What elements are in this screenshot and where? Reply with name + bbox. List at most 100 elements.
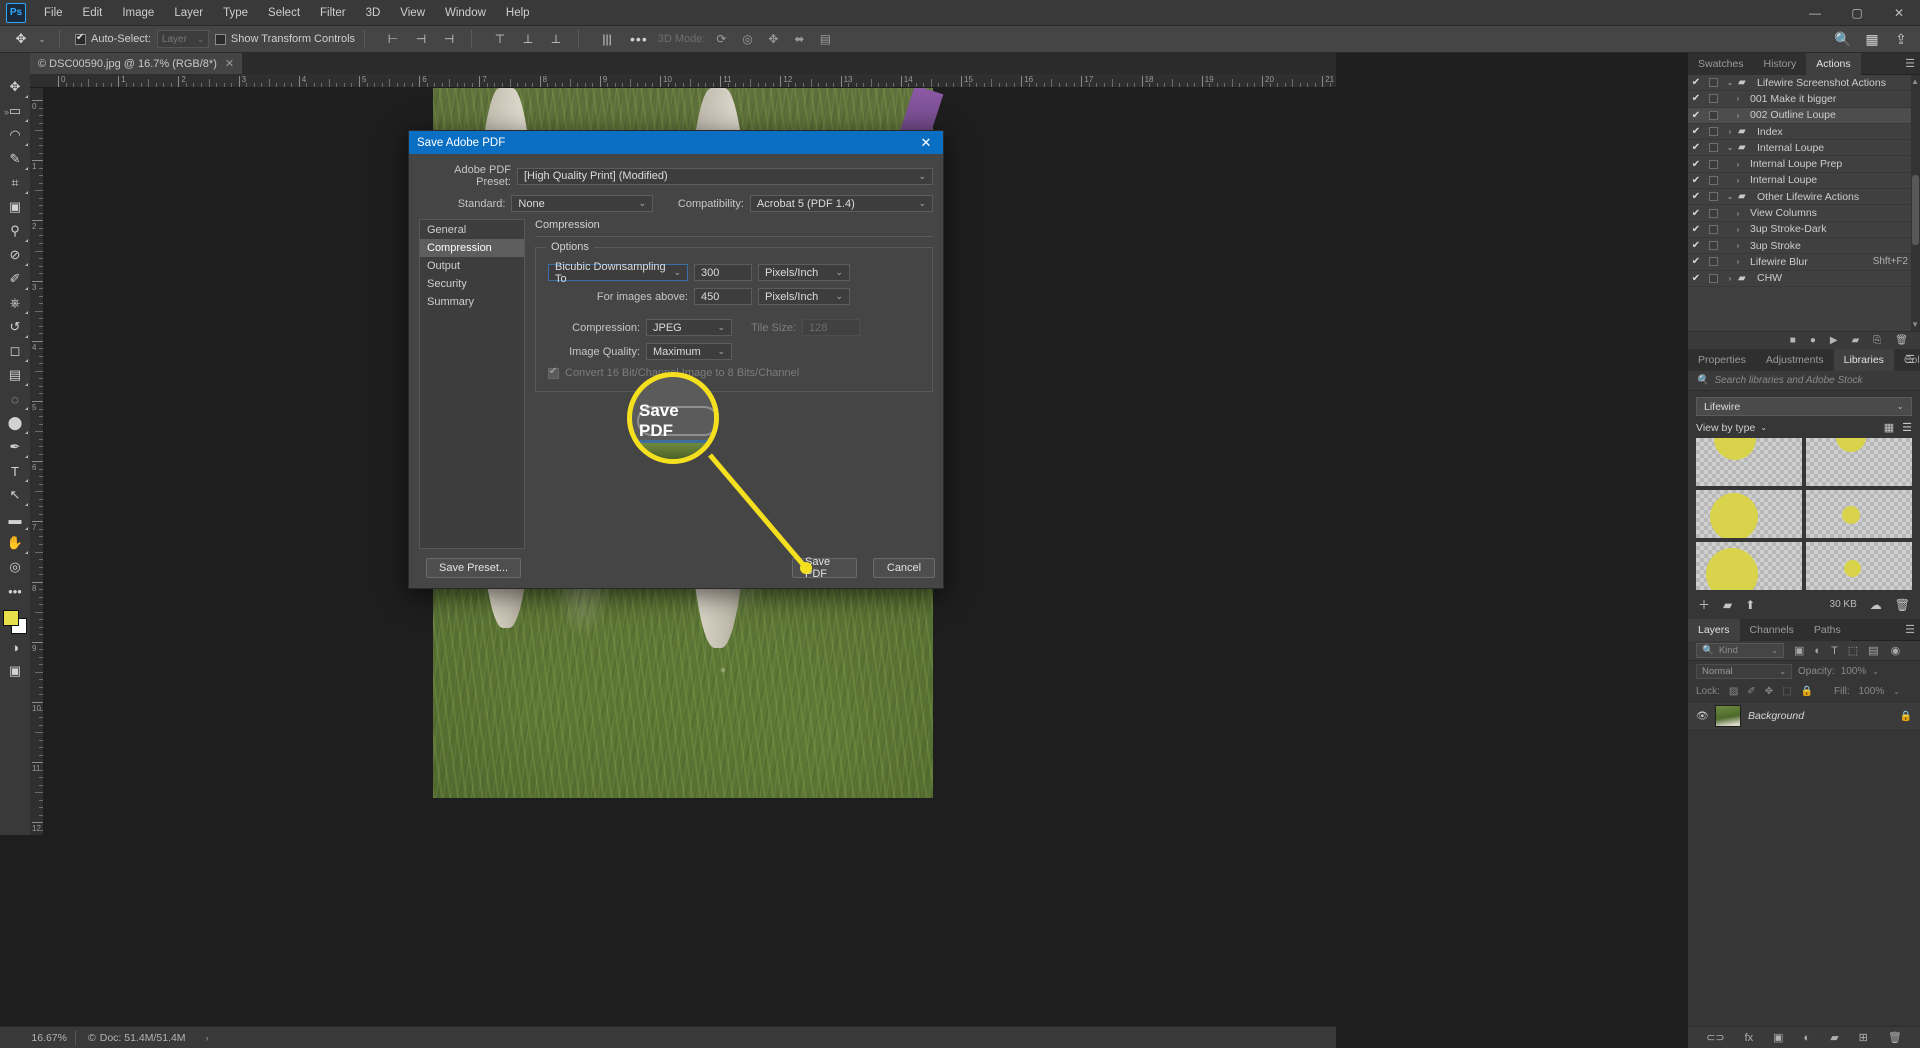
actions-row[interactable]: ✔ › Lifewire Blur Shft+F2 bbox=[1688, 254, 1920, 271]
library-asset-thumbnail[interactable] bbox=[1696, 542, 1802, 590]
align-bottom-icon[interactable]: ⊥ bbox=[543, 28, 569, 50]
distribute-icon[interactable]: ||| bbox=[594, 28, 620, 50]
for-images-above-unit-select[interactable]: Pixels/Inch ⌄ bbox=[758, 288, 850, 305]
compression-select[interactable]: JPEG ⌄ bbox=[646, 319, 732, 336]
nav-item-summary[interactable]: Summary bbox=[420, 293, 524, 311]
action-dialog-toggle[interactable] bbox=[1704, 78, 1722, 88]
nav-item-general[interactable]: General bbox=[420, 221, 524, 239]
expand-chevron-icon[interactable]: › bbox=[1722, 274, 1738, 283]
actions-row[interactable]: ✔ › Internal Loupe bbox=[1688, 173, 1920, 190]
add-icon[interactable]: ＋ bbox=[1698, 596, 1710, 613]
expand-chevron-icon[interactable]: ⌄ bbox=[1722, 78, 1738, 87]
menu-3d[interactable]: 3D bbox=[356, 3, 391, 23]
menu-image[interactable]: Image bbox=[112, 3, 164, 23]
action-dialog-toggle[interactable] bbox=[1704, 224, 1722, 234]
fill-value[interactable]: 100% bbox=[1859, 686, 1885, 697]
layer-kind-filter[interactable]: 🔍 Kind ⌄ bbox=[1696, 643, 1784, 658]
expand-chevron-icon[interactable]: › bbox=[1730, 209, 1746, 218]
foreground-color-swatch[interactable] bbox=[3, 610, 19, 626]
expand-chevron-icon[interactable]: › bbox=[1730, 160, 1746, 169]
library-asset-thumbnail[interactable] bbox=[1806, 438, 1912, 486]
action-enabled-checkbox[interactable]: ✔ bbox=[1688, 93, 1704, 104]
minimize-button[interactable]: — bbox=[1794, 0, 1836, 26]
zoom-level[interactable]: 16.67% bbox=[0, 1032, 75, 1044]
downsample-ppi-input[interactable]: 300 bbox=[694, 264, 752, 281]
scrollbar-thumb[interactable] bbox=[1912, 175, 1919, 245]
tab-history[interactable]: History bbox=[1753, 52, 1807, 75]
scroll-up-icon[interactable]: ▲ bbox=[1911, 77, 1919, 86]
actions-row[interactable]: ✔ › 3up Stroke bbox=[1688, 238, 1920, 255]
libraries-view-by[interactable]: View by type ⌄ ▦ ☰ bbox=[1688, 416, 1920, 438]
quick-mask-icon[interactable]: ◑ bbox=[1, 635, 29, 659]
close-icon[interactable]: ✕ bbox=[225, 57, 234, 70]
workspace-icon[interactable]: ▦ bbox=[1859, 28, 1885, 50]
lock-transparent-icon[interactable]: ▨ bbox=[1729, 686, 1738, 697]
mask-icon[interactable]: ▣ bbox=[1773, 1031, 1783, 1044]
action-enabled-checkbox[interactable]: ✔ bbox=[1688, 191, 1704, 202]
lock-all-icon[interactable]: 🔒 bbox=[1801, 686, 1813, 697]
list-view-icon[interactable]: ☰ bbox=[1902, 421, 1912, 434]
clone-stamp-tool-icon[interactable]: ⎈ bbox=[1, 291, 29, 315]
close-button[interactable]: ✕ bbox=[1878, 0, 1920, 26]
menu-edit[interactable]: Edit bbox=[73, 3, 113, 23]
pixel-filter-icon[interactable]: ▣ bbox=[1794, 644, 1804, 657]
align-middle-icon[interactable]: ⊥ bbox=[515, 28, 541, 50]
expand-chevron-icon[interactable]: ⌄ bbox=[1722, 143, 1738, 152]
move-tool-icon[interactable]: ✥ bbox=[8, 28, 34, 50]
stop-icon[interactable]: ■ bbox=[1790, 335, 1796, 346]
rotate-3d-icon[interactable]: ⟳ bbox=[709, 28, 733, 50]
actions-row[interactable]: ✔ › Internal Loupe Prep bbox=[1688, 156, 1920, 173]
menu-help[interactable]: Help bbox=[496, 3, 540, 23]
layer-row-background[interactable]: 👁 Background 🔒 bbox=[1688, 701, 1920, 731]
image-quality-select[interactable]: Maximum ⌄ bbox=[646, 343, 732, 360]
link-icon[interactable]: ⊂⊃ bbox=[1706, 1031, 1724, 1044]
grid-view-icon[interactable]: ▦ bbox=[1884, 421, 1894, 434]
smart-object-filter-icon[interactable]: ▤ bbox=[1868, 644, 1878, 657]
action-enabled-checkbox[interactable]: ✔ bbox=[1688, 142, 1704, 153]
actions-row[interactable]: ✔ › 002 Outline Loupe bbox=[1688, 107, 1920, 124]
tab-actions[interactable]: Actions bbox=[1806, 52, 1861, 75]
panel-menu-icon[interactable]: ☰ bbox=[1905, 353, 1915, 366]
action-enabled-checkbox[interactable]: ✔ bbox=[1688, 224, 1704, 235]
rectangle-tool-icon[interactable]: ▬ bbox=[1, 507, 29, 531]
document-tab[interactable]: © DSC00590.jpg @ 16.7% (RGB/8*) ✕ bbox=[30, 53, 244, 74]
standard-select[interactable]: None ⌄ bbox=[511, 195, 654, 212]
folder-icon[interactable]: ▰ bbox=[1723, 598, 1732, 612]
expand-chevron-icon[interactable]: › bbox=[1730, 111, 1746, 120]
align-left-icon[interactable]: ⊢ bbox=[380, 28, 406, 50]
filter-toggle-icon[interactable]: ◉ bbox=[1891, 644, 1901, 657]
tab-channels[interactable]: Channels bbox=[1739, 618, 1804, 641]
menu-filter[interactable]: Filter bbox=[310, 3, 356, 23]
preset-select[interactable]: [High Quality Print] (Modified) ⌄ bbox=[517, 167, 933, 185]
nav-item-compression[interactable]: Compression bbox=[420, 239, 524, 257]
camera-3d-icon[interactable]: ▤ bbox=[813, 28, 837, 50]
action-dialog-toggle[interactable] bbox=[1704, 94, 1722, 104]
nav-item-output[interactable]: Output bbox=[420, 257, 524, 275]
menu-window[interactable]: Window bbox=[435, 3, 496, 23]
more-tools-icon[interactable]: ••• bbox=[1, 579, 29, 603]
expand-chevron-icon[interactable]: › bbox=[1730, 257, 1746, 266]
actions-row[interactable]: ✔ › 3up Stroke-Dark bbox=[1688, 222, 1920, 238]
eyedropper-tool-icon[interactable]: ⚲ bbox=[1, 219, 29, 243]
library-selector[interactable]: Lifewire ⌄ bbox=[1696, 397, 1912, 416]
pen-tool-icon[interactable]: ✒ bbox=[1, 435, 29, 459]
actions-row[interactable]: ✔ ⌄ ▰ Lifewire Screenshot Actions bbox=[1688, 75, 1920, 92]
action-enabled-checkbox[interactable]: ✔ bbox=[1688, 126, 1704, 137]
maximize-button[interactable]: ▢ bbox=[1836, 0, 1878, 26]
action-enabled-checkbox[interactable]: ✔ bbox=[1688, 240, 1704, 251]
actions-scrollbar[interactable]: ▲ ▼ bbox=[1911, 75, 1920, 331]
library-asset-thumbnail[interactable] bbox=[1696, 490, 1802, 538]
opacity-value[interactable]: 100% bbox=[1841, 666, 1867, 677]
cloud-icon[interactable]: ☁ bbox=[1870, 598, 1882, 612]
adjustment-filter-icon[interactable]: ◐ bbox=[1814, 645, 1821, 657]
eye-icon[interactable]: 👁 bbox=[1696, 711, 1709, 722]
compatibility-select[interactable]: Acrobat 5 (PDF 1.4) ⌄ bbox=[749, 195, 933, 212]
action-dialog-toggle[interactable] bbox=[1704, 127, 1722, 137]
action-dialog-toggle[interactable] bbox=[1704, 159, 1722, 169]
menu-file[interactable]: File bbox=[34, 3, 73, 23]
action-dialog-toggle[interactable] bbox=[1704, 257, 1722, 267]
brush-tool-icon[interactable]: ✐ bbox=[1, 267, 29, 291]
panel-menu-icon[interactable]: ☰ bbox=[1905, 57, 1915, 70]
new-action-icon[interactable]: ⎘ bbox=[1873, 335, 1881, 346]
delete-layer-icon[interactable]: 🗑 bbox=[1888, 1031, 1902, 1044]
